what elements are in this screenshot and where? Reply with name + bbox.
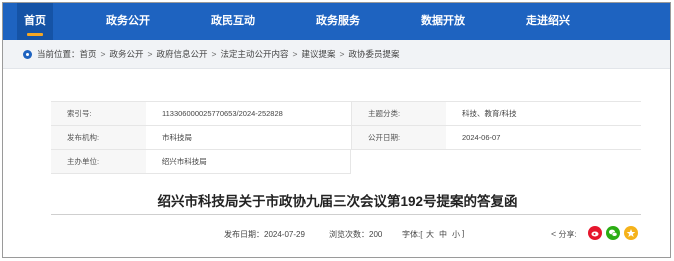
topic-value: 科技、教育/科技	[462, 109, 517, 118]
weibo-icon[interactable]	[588, 226, 602, 240]
nav-item-interaction[interactable]: 政民互动	[203, 3, 263, 40]
nav-item-home[interactable]: 首页	[17, 3, 53, 40]
topic-label: 主题分类:	[351, 102, 446, 125]
font-size-large-button[interactable]: 大	[426, 229, 434, 240]
host-value: 绍兴市科技局	[161, 157, 207, 166]
open-date-label: 公开日期:	[351, 126, 446, 149]
article-title: 绍兴市科技局关于市政协九届三次会议第192号提案的答复函	[157, 194, 518, 209]
breadcrumb-separator: >	[339, 49, 345, 59]
breadcrumb-item-proposals[interactable]: 建议提案	[301, 48, 335, 60]
font-size-medium-button[interactable]: 中	[439, 229, 447, 240]
breadcrumb-item-gov-info[interactable]: 政府信息公开	[156, 48, 207, 60]
main-nav: 首页 政务公开 政民互动 政务服务 数据开放 走进绍兴	[3, 3, 670, 40]
host-label: 主办单位:	[51, 150, 146, 173]
share-icon: <	[551, 229, 557, 239]
breadcrumb-separator: >	[147, 49, 153, 59]
font-size-suffix: ]	[462, 229, 465, 238]
breadcrumb: 当前位置： 首页 > 政务公开 > 政府信息公开 > 法定主动公开内容 > 建议…	[3, 40, 670, 69]
font-size-small-button[interactable]: 小	[452, 229, 460, 240]
document-info-table: 索引号: 113306000025770653/2024-252828 主题分类…	[51, 101, 641, 174]
breadcrumb-item-statutory[interactable]: 法定主动公开内容	[220, 48, 288, 60]
breadcrumb-item-gov-affairs[interactable]: 政务公开	[110, 48, 144, 60]
title-divider	[51, 214, 641, 215]
breadcrumb-separator: >	[211, 49, 217, 59]
breadcrumb-separator: >	[292, 49, 298, 59]
index-label: 索引号:	[51, 102, 146, 125]
info-row: 主办单位: 绍兴市科技局	[51, 150, 351, 174]
page-frame: 首页 政务公开 政民互动 政务服务 数据开放 走进绍兴 当前位置： 首页 > 政…	[2, 2, 671, 258]
location-pin-icon	[23, 49, 32, 59]
nav-item-about-shaoxing[interactable]: 走进绍兴	[518, 3, 578, 40]
breadcrumb-item-cppcc[interactable]: 政协委员提案	[348, 48, 399, 60]
nav-item-services[interactable]: 政务服务	[308, 3, 368, 40]
font-size-prefix: 字体:[	[402, 230, 423, 239]
wechat-icon[interactable]	[606, 226, 620, 240]
share-text: 分享:	[558, 230, 577, 239]
info-row: 发布机构: 市科技局 公开日期: 2024-06-07	[51, 126, 641, 150]
index-value: 113306000025770653/2024-252828	[162, 109, 283, 118]
qzone-icon[interactable]	[624, 226, 638, 240]
publisher-label: 发布机构:	[51, 126, 146, 149]
open-date-value: 2024-06-07	[462, 133, 501, 142]
nav-item-gov-affairs[interactable]: 政务公开	[98, 3, 158, 40]
info-row: 索引号: 113306000025770653/2024-252828 主题分类…	[51, 102, 641, 126]
nav-item-open-data[interactable]: 数据开放	[413, 3, 473, 40]
breadcrumb-prefix: 当前位置：	[37, 49, 80, 59]
share-label: < 分享:	[551, 229, 577, 240]
breadcrumb-separator: >	[100, 49, 106, 59]
publish-date: 发布日期：2024-07-29	[224, 230, 305, 239]
publisher-value: 市科技局	[162, 133, 192, 142]
view-count: 浏览次数：200	[329, 230, 383, 239]
breadcrumb-item-home[interactable]: 首页	[80, 48, 97, 60]
